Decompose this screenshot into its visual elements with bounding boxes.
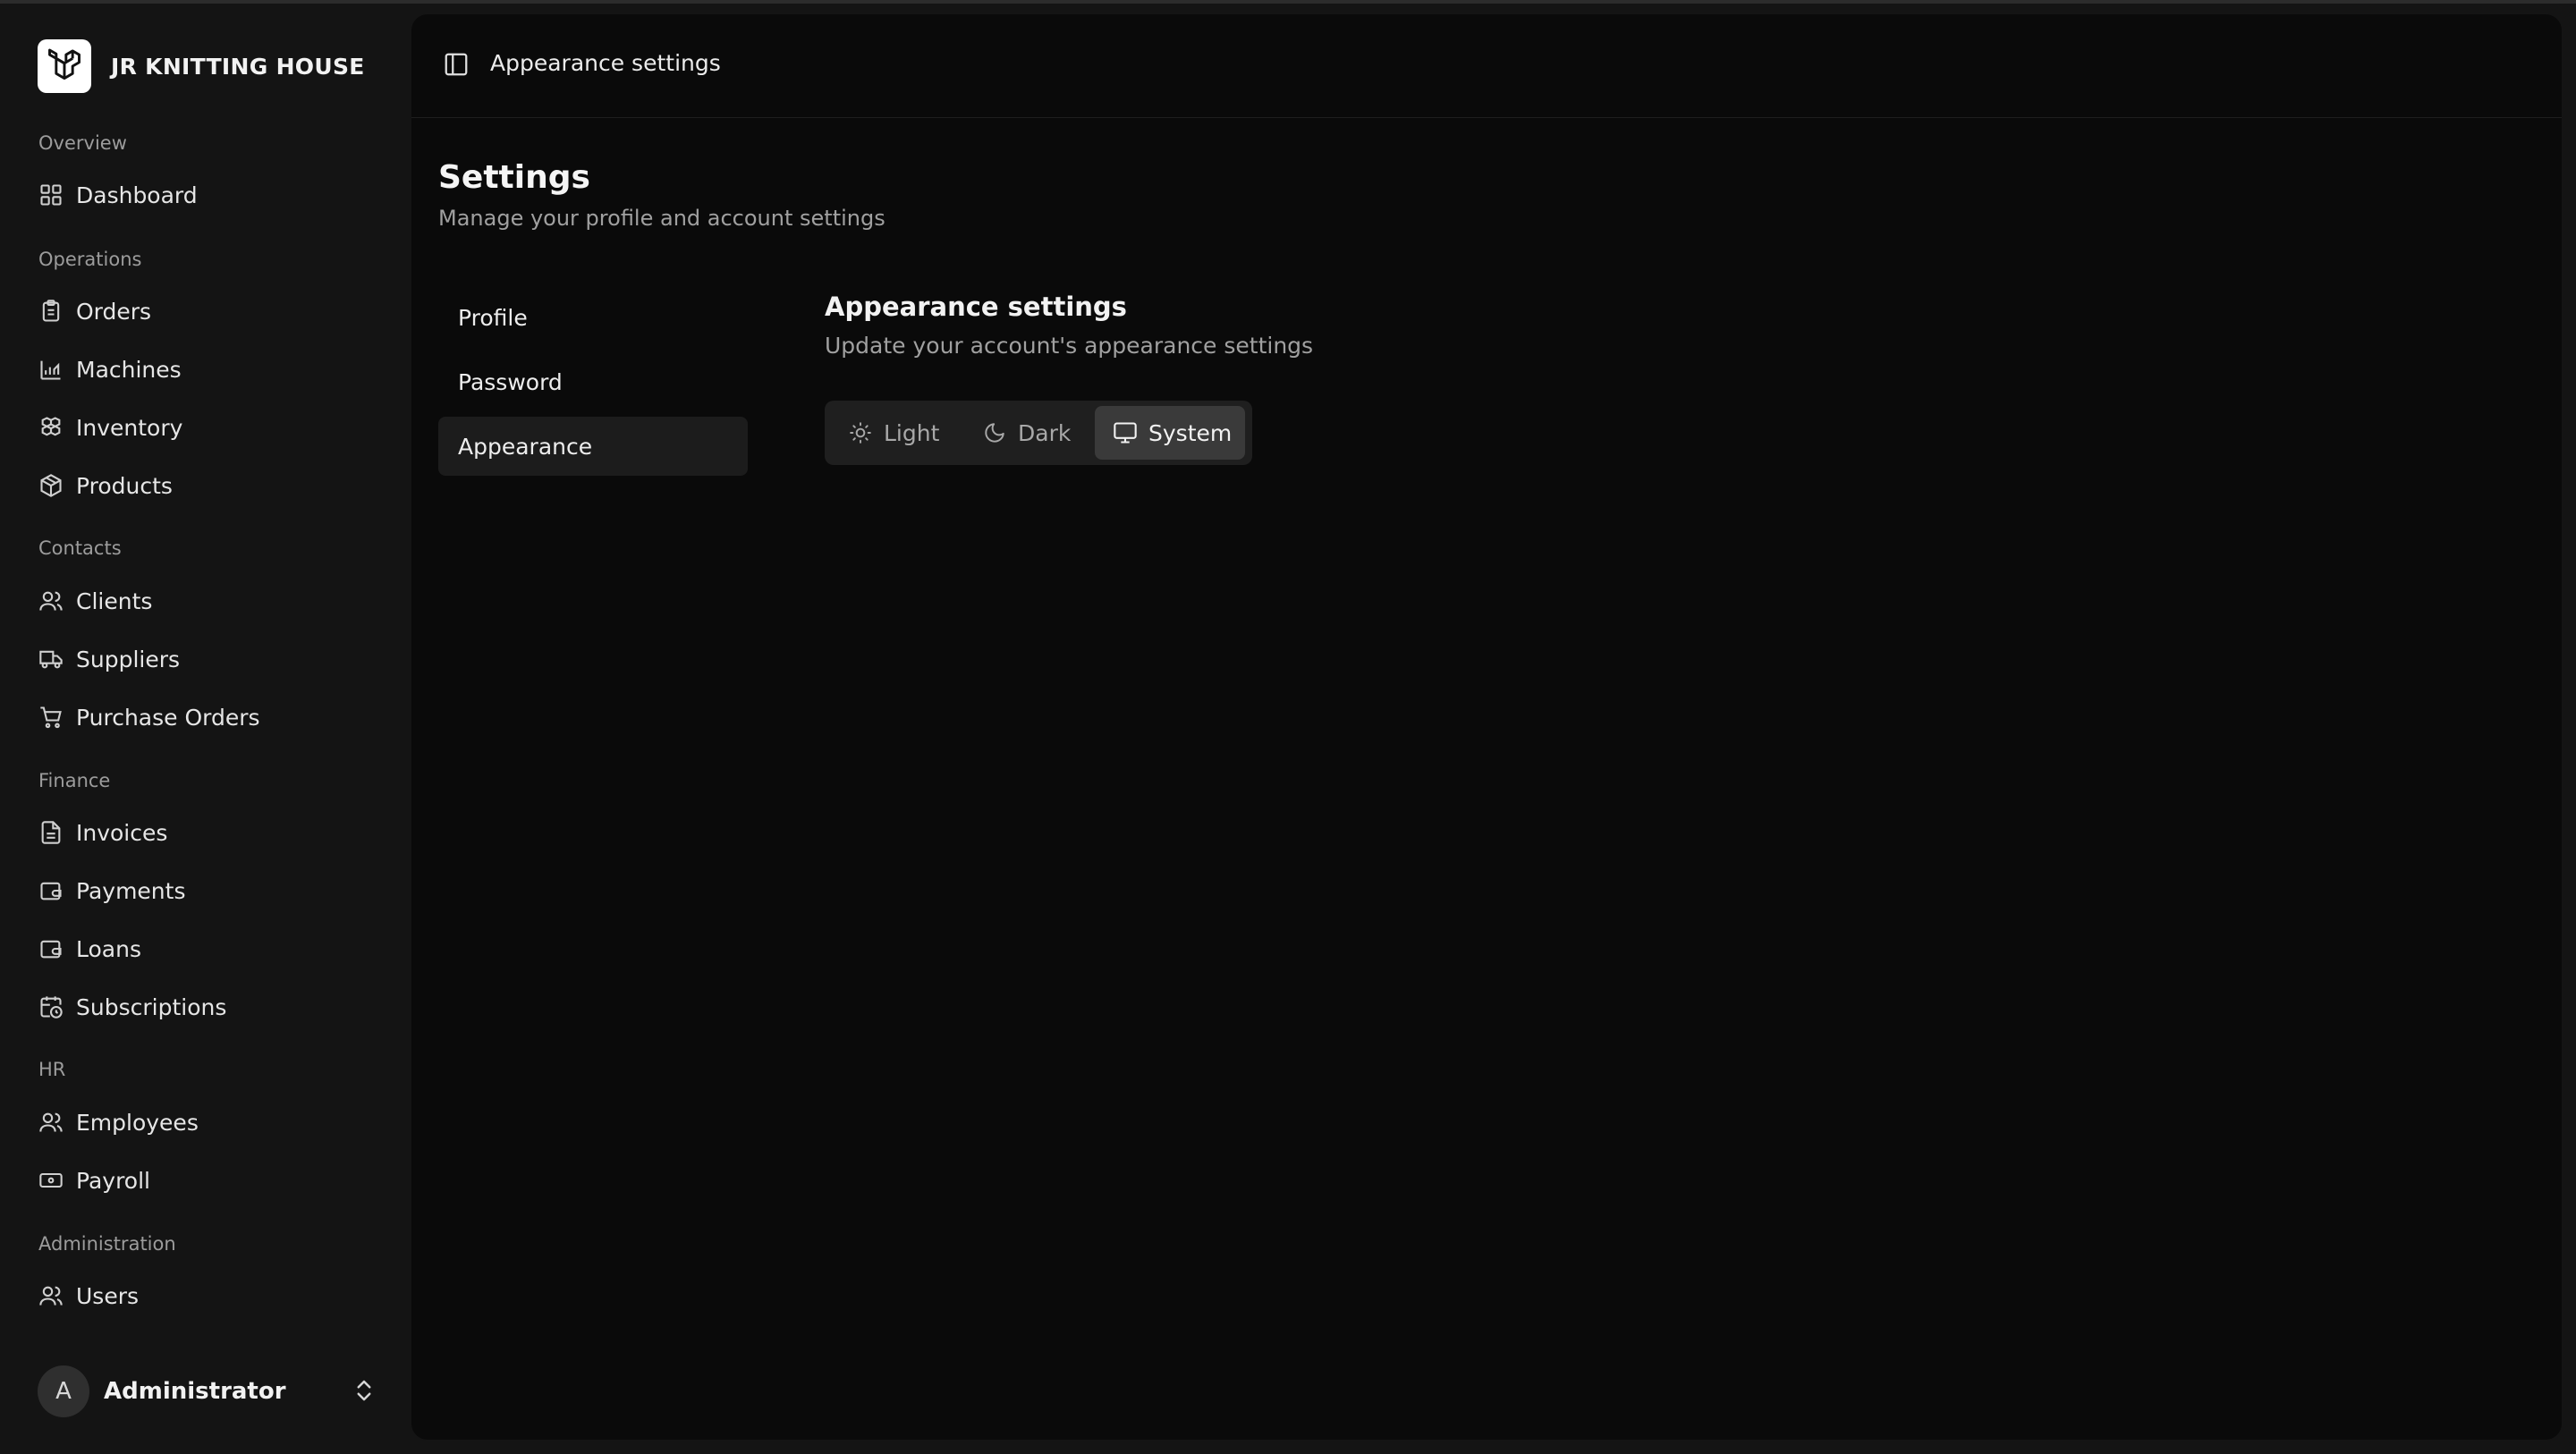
sidebar-item-invoices[interactable]: Invoices bbox=[25, 807, 386, 858]
sun-icon bbox=[848, 420, 873, 445]
sidebar-item-employees[interactable]: Employees bbox=[25, 1097, 386, 1147]
sidebar-item-label: Dashboard bbox=[76, 182, 198, 208]
section-label-finance: Finance bbox=[38, 770, 111, 791]
appearance-option-label: System bbox=[1148, 419, 1233, 446]
moon-icon bbox=[982, 420, 1007, 445]
package-icon bbox=[38, 473, 64, 498]
section-label-operations: Operations bbox=[38, 249, 142, 270]
breadcrumb[interactable]: Appearance settings bbox=[490, 50, 721, 76]
sidebar-item-label: Inventory bbox=[76, 414, 183, 441]
sidebar-item-label: Suppliers bbox=[76, 646, 181, 672]
sidebar-item-label: Orders bbox=[76, 298, 152, 325]
settings-nav-profile[interactable]: Profile bbox=[438, 288, 748, 347]
sidebar-item-label: Invoices bbox=[76, 819, 168, 846]
sidebar-item-suppliers[interactable]: Suppliers bbox=[25, 634, 386, 684]
truck-icon bbox=[38, 647, 64, 672]
sidebar-item-label: Purchase Orders bbox=[76, 704, 260, 731]
file-text-icon bbox=[38, 820, 64, 845]
sidebar-item-label: Users bbox=[76, 1282, 140, 1309]
appearance-option-system[interactable]: System bbox=[1095, 406, 1245, 460]
sidebar-item-products[interactable]: Products bbox=[25, 461, 386, 511]
settings-nav-password[interactable]: Password bbox=[438, 352, 748, 411]
brand-name: JR KNITTING HOUSE bbox=[111, 53, 365, 80]
sidebar-item-label: Clients bbox=[76, 588, 153, 614]
users-icon bbox=[38, 1283, 64, 1308]
header: Appearance settings bbox=[411, 14, 2562, 118]
section-label-administration: Administration bbox=[38, 1233, 176, 1255]
clipboard-icon bbox=[38, 299, 64, 324]
wallet-icon bbox=[38, 936, 64, 961]
section-label-contacts: Contacts bbox=[38, 537, 122, 559]
main-panel: Appearance settings Settings Manage your… bbox=[411, 14, 2562, 1440]
users-icon bbox=[38, 588, 64, 613]
appearance-option-light[interactable]: Light bbox=[830, 406, 961, 460]
sidebar-item-label: Payroll bbox=[76, 1167, 150, 1194]
sidebar-item-machines[interactable]: Machines bbox=[25, 344, 386, 394]
sidebar-item-clients[interactable]: Clients bbox=[25, 576, 386, 626]
section-label-overview: Overview bbox=[38, 132, 127, 154]
sidebar-item-label: Machines bbox=[76, 356, 182, 383]
user-menu[interactable]: A Administrator bbox=[38, 1365, 377, 1418]
appearance-segmented-control: Light Dark System bbox=[825, 401, 1252, 465]
appearance-option-label: Dark bbox=[1018, 419, 1072, 446]
wallet-icon bbox=[38, 878, 64, 903]
appearance-option-dark[interactable]: Dark bbox=[964, 406, 1095, 460]
section-label-hr: HR bbox=[38, 1059, 66, 1080]
avatar: A bbox=[38, 1365, 89, 1417]
settings-nav-appearance[interactable]: Appearance bbox=[438, 417, 748, 476]
appearance-section-title: Appearance settings bbox=[825, 292, 1127, 322]
page-subtitle: Manage your profile and account settings bbox=[438, 206, 886, 231]
banknote-icon bbox=[38, 1168, 64, 1193]
panel-left-icon bbox=[443, 51, 470, 81]
sidebar-item-label: Employees bbox=[76, 1109, 199, 1136]
sidebar-item-payments[interactable]: Payments bbox=[25, 866, 386, 916]
sidebar-item-label: Payments bbox=[76, 877, 186, 904]
grid-icon bbox=[38, 182, 64, 207]
sidebar-item-subscriptions[interactable]: Subscriptions bbox=[25, 982, 386, 1032]
sidebar-item-orders[interactable]: Orders bbox=[25, 286, 386, 336]
brand-logo-icon bbox=[38, 39, 91, 93]
appearance-section-subtitle: Update your account's appearance setting… bbox=[825, 333, 1314, 359]
sidebar-item-label: Loans bbox=[76, 935, 141, 962]
sidebar-item-users[interactable]: Users bbox=[25, 1271, 386, 1321]
sidebar-item-label: Subscriptions bbox=[76, 993, 227, 1020]
factory-icon bbox=[38, 357, 64, 382]
page-title: Settings bbox=[438, 159, 590, 196]
chevrons-up-down-icon bbox=[351, 1377, 377, 1404]
sidebar: JR KNITTING HOUSE Overview Dashboard Ope… bbox=[0, 4, 411, 1454]
appearance-option-label: Light bbox=[884, 419, 940, 446]
monitor-icon bbox=[1113, 420, 1138, 445]
sidebar-toggle-button[interactable] bbox=[440, 50, 472, 82]
boxes-icon bbox=[38, 415, 64, 440]
users-icon bbox=[38, 1110, 64, 1135]
brand[interactable]: JR KNITTING HOUSE bbox=[38, 39, 365, 93]
cart-icon bbox=[38, 705, 64, 730]
sidebar-item-payroll[interactable]: Payroll bbox=[25, 1155, 386, 1205]
sidebar-item-purchase-orders[interactable]: Purchase Orders bbox=[25, 692, 386, 742]
sidebar-item-dashboard[interactable]: Dashboard bbox=[25, 170, 386, 220]
sidebar-item-inventory[interactable]: Inventory bbox=[25, 402, 386, 452]
sidebar-item-loans[interactable]: Loans bbox=[25, 924, 386, 974]
calendar-clock-icon bbox=[38, 994, 64, 1019]
user-name: Administrator bbox=[104, 1378, 286, 1405]
sidebar-item-label: Products bbox=[76, 472, 173, 499]
